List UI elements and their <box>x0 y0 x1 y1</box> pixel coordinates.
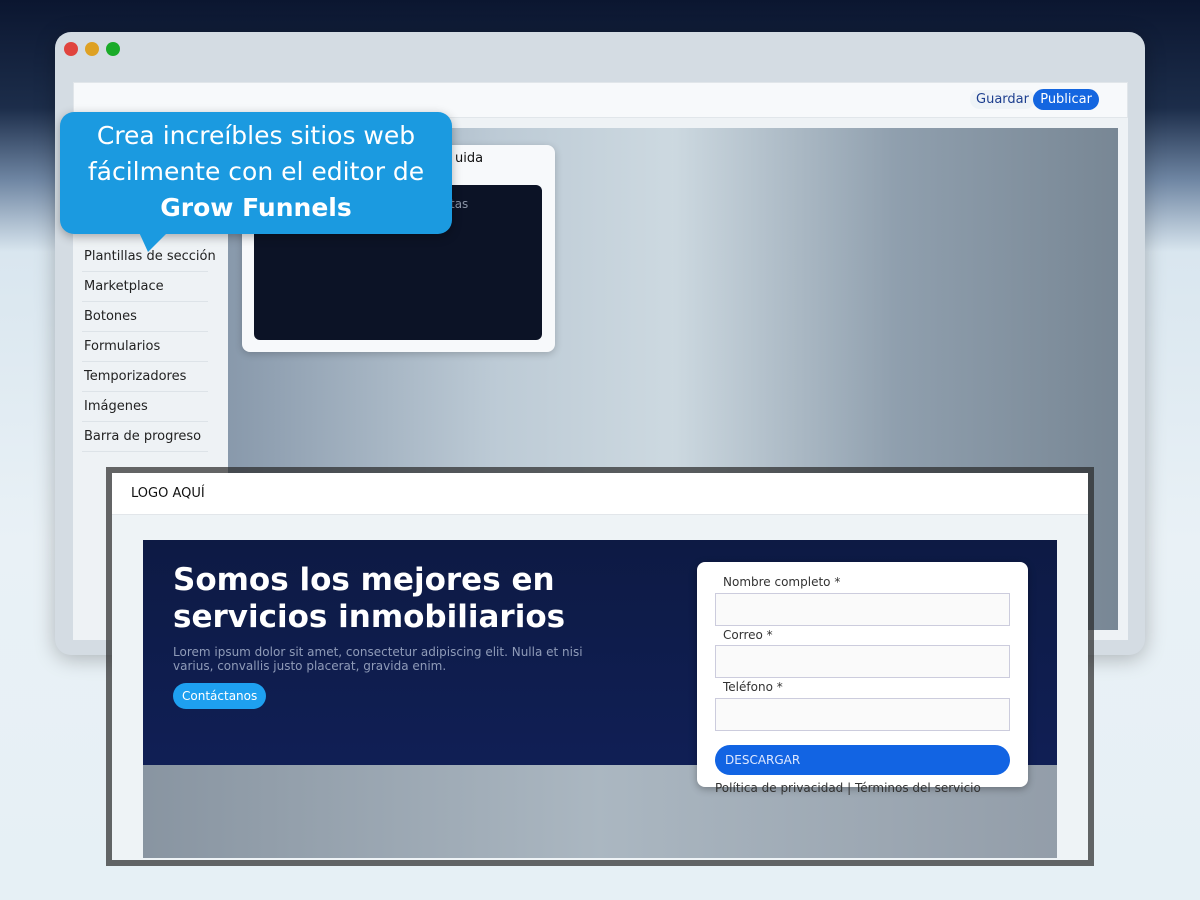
hero-body: Lorem ipsum dolor sit amet, consectetur … <box>173 645 583 673</box>
terms-link[interactable]: Términos del servicio <box>855 781 981 795</box>
panel-text: tas <box>450 197 469 211</box>
sidebar-item-progress-bar[interactable]: Barra de progreso <box>82 422 208 452</box>
callout-line-1: Crea increíbles sitios web <box>96 121 416 150</box>
contact-button[interactable]: Contáctanos <box>173 683 267 709</box>
sidebar-item-timers[interactable]: Temporizadores <box>82 362 208 392</box>
name-input[interactable] <box>715 593 1010 626</box>
panel-title: uida <box>455 151 484 166</box>
promo-callout: Crea increíbles sitios web fácilmente co… <box>60 112 452 234</box>
phone-label: Teléfono * <box>723 680 783 694</box>
zoom-window-button[interactable] <box>106 42 120 56</box>
callout-line-2: fácilmente con el editor de <box>87 157 425 186</box>
elements-sidebar: Plantillas de sección Marketplace Botone… <box>82 242 216 452</box>
save-button[interactable]: Guardar <box>970 90 1035 109</box>
minimize-window-button[interactable] <box>85 42 99 56</box>
download-button[interactable]: DESCARGAR <box>715 745 1010 775</box>
email-input[interactable] <box>715 645 1010 678</box>
email-label: Correo * <box>723 628 773 642</box>
sidebar-item-buttons[interactable]: Botones <box>82 302 208 332</box>
logo-placeholder: LOGO AQUÍ <box>112 473 1088 515</box>
callout-tail <box>138 230 170 252</box>
publish-button[interactable]: Publicar <box>1033 89 1099 110</box>
footer-links: Política de privacidad | Términos del se… <box>715 781 981 795</box>
phone-input[interactable] <box>715 698 1010 731</box>
name-label: Nombre completo * <box>723 575 841 589</box>
callout-brand: Grow Funnels <box>160 193 352 222</box>
link-separator: | <box>847 781 852 795</box>
sidebar-item-images[interactable]: Imágenes <box>82 392 208 422</box>
privacy-link[interactable]: Política de privacidad <box>715 781 843 795</box>
landing-page-preview: LOGO AQUÍ Somos los mejores en servicios… <box>112 473 1088 860</box>
lead-form: Nombre completo * Correo * Teléfono * DE… <box>697 562 1028 787</box>
hero-headline: Somos los mejores en servicios inmobilia… <box>173 562 566 635</box>
sidebar-item-forms[interactable]: Formularios <box>82 332 208 362</box>
sidebar-item-marketplace[interactable]: Marketplace <box>82 272 208 302</box>
close-window-button[interactable] <box>64 42 78 56</box>
